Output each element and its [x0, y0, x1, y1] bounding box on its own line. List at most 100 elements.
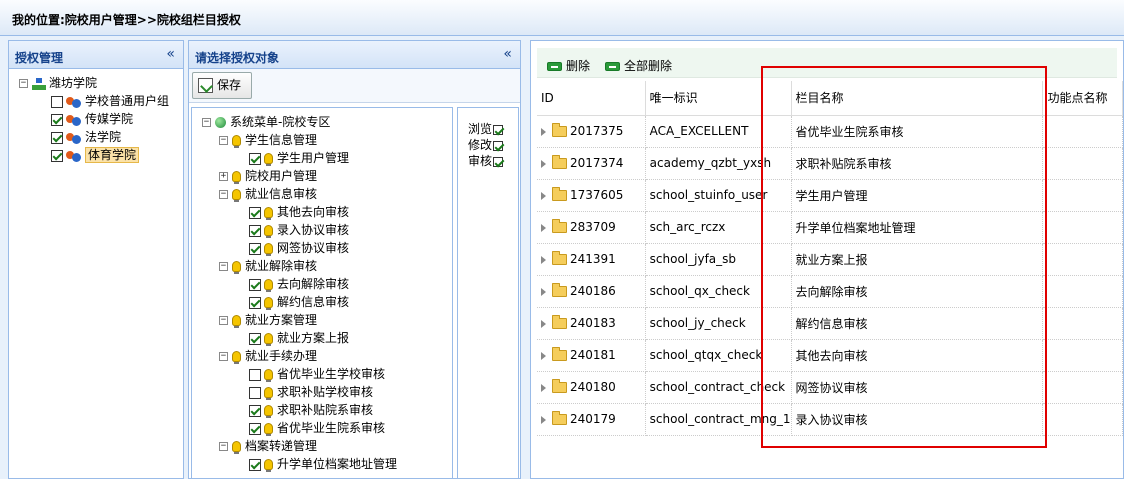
menu-tree-node[interactable]: 省优毕业生学校审核 [249, 366, 385, 382]
menu-tree-node[interactable]: 其他去向审核 [249, 204, 349, 220]
menu-node-checkbox[interactable] [249, 458, 261, 471]
row-id: 283709 [570, 220, 616, 234]
menu-node-label: 就业方案上报 [277, 331, 350, 345]
collapse-icon[interactable]: − [219, 316, 228, 325]
collapse-icon[interactable]: − [219, 442, 228, 451]
column-header-key[interactable]: 唯一标识 [645, 81, 792, 116]
menu-node-label: 就业解除审核 [245, 259, 318, 273]
permission-item[interactable]: 审核 [468, 152, 504, 169]
menu-tree-node[interactable]: + 院校用户管理 [219, 168, 317, 184]
menu-tree-node[interactable]: 求职补贴院系审核 [249, 402, 373, 418]
expand-row-icon[interactable] [541, 351, 546, 360]
collapse-left-icon[interactable]: « [166, 46, 175, 62]
collapse-icon[interactable]: − [19, 79, 28, 88]
expand-row-icon[interactable] [541, 383, 546, 392]
table-row[interactable]: 283709 sch_arc_rczx 升学单位档案地址管理 [537, 211, 1123, 244]
table-row[interactable]: 240183 school_jy_check 解约信息审核 [537, 307, 1123, 340]
menu-tree-node[interactable]: 求职补贴学校审核 [249, 384, 373, 400]
menu-tree-node[interactable]: − 系统菜单-院校专区 [202, 114, 330, 130]
column-grid: ID 唯一标识 栏目名称 功能点名称 2017375 ACA_EXCELLENT 省… [537, 81, 1123, 436]
table-row[interactable]: 240179 school_contract_mng_1 录入协议审核 [537, 403, 1123, 436]
menu-node-checkbox[interactable] [249, 368, 261, 381]
menu-tree-node[interactable]: 录入协议审核 [249, 222, 349, 238]
collapse-icon[interactable]: − [219, 190, 228, 199]
group-checkbox[interactable] [51, 131, 63, 144]
delete-button[interactable]: 删除 [547, 57, 590, 74]
menu-node-checkbox[interactable] [249, 278, 261, 291]
menu-tree-node[interactable]: − 档案转递管理 [219, 438, 317, 454]
table-row[interactable]: 240186 school_qx_check 去向解除审核 [537, 275, 1123, 308]
expand-row-icon[interactable] [541, 223, 546, 232]
group-item[interactable]: 法学院 [51, 129, 121, 145]
menu-tree-node[interactable]: 升学单位档案地址管理 [249, 456, 397, 472]
menu-tree-node[interactable]: − 就业手续办理 [219, 348, 317, 364]
bulb-icon [264, 369, 273, 382]
menu-tree-node[interactable]: 解约信息审核 [249, 294, 349, 310]
cell-key: ACA_EXCELLENT [645, 115, 792, 148]
menu-tree-node[interactable]: 去向解除审核 [249, 276, 349, 292]
group-checkbox[interactable] [51, 95, 63, 108]
expand-icon[interactable]: + [219, 172, 228, 181]
save-button[interactable]: 保存 [192, 72, 252, 99]
group-item[interactable]: 学校普通用户组 [51, 93, 169, 109]
collapse-icon[interactable]: − [202, 118, 211, 127]
save-icon [198, 78, 213, 93]
bulb-icon [232, 171, 241, 184]
expand-row-icon[interactable] [541, 159, 546, 168]
menu-node-checkbox[interactable] [249, 404, 261, 417]
collapse-icon[interactable]: − [219, 262, 228, 271]
permission-checkbox[interactable] [493, 140, 504, 151]
permission-item[interactable]: 修改 [468, 136, 504, 153]
menu-node-checkbox[interactable] [249, 242, 261, 255]
column-header-id[interactable]: ID [537, 81, 646, 116]
expand-row-icon[interactable] [541, 319, 546, 328]
column-header-name[interactable]: 栏目名称 [791, 81, 1044, 116]
menu-tree-node[interactable]: − 就业信息审核 [219, 186, 317, 202]
menu-node-checkbox[interactable] [249, 332, 261, 345]
authorization-panel-header: 授权管理 « [9, 41, 183, 69]
menu-tree-node[interactable]: 就业方案上报 [249, 330, 349, 346]
menu-node-checkbox[interactable] [249, 386, 261, 399]
bulb-icon [264, 405, 273, 418]
tree-root-node[interactable]: − 潍坊学院 [19, 75, 97, 91]
group-item[interactable]: 传媒学院 [51, 111, 133, 127]
table-row[interactable]: 240180 school_contract_check 网签协议审核 [537, 371, 1123, 404]
group-checkbox[interactable] [51, 113, 63, 126]
cell-id: 240179 [537, 403, 646, 436]
menu-tree-node[interactable]: − 学生信息管理 [219, 132, 317, 148]
tree-node-label: 潍坊学院 [49, 76, 98, 90]
menu-tree-node[interactable]: − 就业解除审核 [219, 258, 317, 274]
permission-checkbox[interactable] [493, 124, 504, 135]
group-checkbox[interactable] [51, 149, 63, 162]
group-item[interactable]: 体育学院 [51, 147, 140, 163]
expand-row-icon[interactable] [541, 287, 546, 296]
menu-node-checkbox[interactable] [249, 224, 261, 237]
menu-node-checkbox[interactable] [249, 422, 261, 435]
cell-key: school_stuinfo_user [645, 179, 792, 212]
table-row[interactable]: 241391 school_jyfa_sb 就业方案上报 [537, 243, 1123, 276]
delete-all-button[interactable]: 全部删除 [605, 57, 672, 74]
collapse-middle-icon[interactable]: « [503, 46, 512, 62]
expand-row-icon[interactable] [541, 415, 546, 424]
menu-tree-node[interactable]: 省优毕业生院系审核 [249, 420, 385, 436]
expand-row-icon[interactable] [541, 255, 546, 264]
cell-name: 其他去向审核 [791, 339, 1044, 372]
expand-row-icon[interactable] [541, 127, 546, 136]
table-row[interactable]: 2017375 ACA_EXCELLENT 省优毕业生院系审核 [537, 115, 1123, 148]
table-row[interactable]: 240181 school_qtqx_check 其他去向审核 [537, 339, 1123, 372]
expand-row-icon[interactable] [541, 191, 546, 200]
menu-node-checkbox[interactable] [249, 206, 261, 219]
menu-node-checkbox[interactable] [249, 296, 261, 309]
permission-item[interactable]: 浏览 [468, 120, 504, 137]
collapse-icon[interactable]: − [219, 352, 228, 361]
permission-checkbox[interactable] [493, 156, 504, 167]
menu-node-checkbox[interactable] [249, 152, 261, 165]
column-header-function[interactable]: 功能点名称 [1042, 81, 1123, 116]
menu-tree-node[interactable]: 网签协议审核 [249, 240, 349, 256]
menu-tree-node[interactable]: − 就业方案管理 [219, 312, 317, 328]
menu-tree-node[interactable]: 学生用户管理 [249, 150, 349, 166]
collapse-icon[interactable]: − [219, 136, 228, 145]
cell-key: school_contract_check [645, 371, 792, 404]
table-row[interactable]: 1737605 school_stuinfo_user 学生用户管理 [537, 179, 1123, 212]
table-row[interactable]: 2017374 academy_qzbt_yxsh 求职补贴院系审核 [537, 147, 1123, 180]
